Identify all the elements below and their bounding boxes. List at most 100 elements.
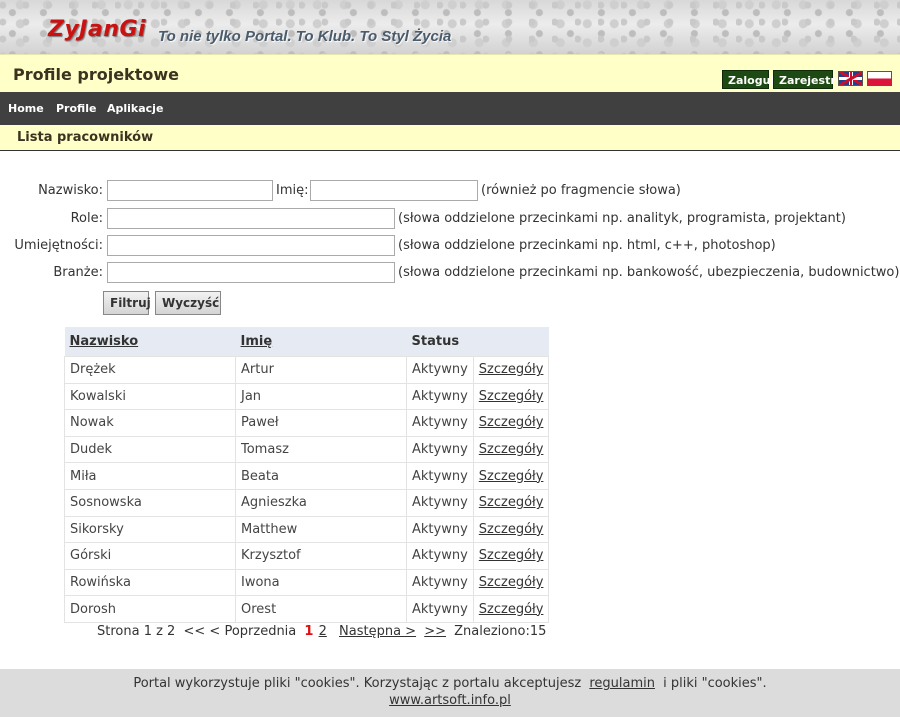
results-count: Znaleziono:15 <box>454 624 547 639</box>
cell-status: Aktywny <box>406 435 474 464</box>
cell-details: Szczegóły <box>472 542 550 570</box>
clear-button[interactable]: Wyczyść <box>155 291 221 315</box>
site-link[interactable]: www.artsoft.info.pl <box>389 693 511 708</box>
cell-details: Szczegóły <box>472 568 550 597</box>
cell-status: Aktywny <box>406 595 474 623</box>
page-info: Strona 1 z 2 <box>97 624 176 639</box>
cell-status: Aktywny <box>406 542 474 570</box>
cell-surname: Rowińska <box>64 568 236 597</box>
cell-status: Aktywny <box>406 409 474 437</box>
cell-status: Aktywny <box>406 515 474 544</box>
table-row: Kowalski Jan Aktywny Szczegóły <box>64 382 550 411</box>
nav-item-apps[interactable]: Aplikacje <box>107 102 163 115</box>
table-row: Drężek Artur Aktywny Szczegóły <box>64 356 550 384</box>
cookie-text-end: i pliki "cookies". <box>663 676 767 691</box>
cell-surname: Miła <box>64 462 236 490</box>
cell-name: Artur <box>235 356 407 384</box>
details-link[interactable]: Szczegóły <box>479 522 544 537</box>
sort-surname-link[interactable]: Nazwisko <box>70 334 139 349</box>
surname-input[interactable] <box>107 180 273 201</box>
cell-details: Szczegóły <box>472 595 550 623</box>
current-page: 1 <box>304 624 314 639</box>
cell-details: Szczegóły <box>472 356 550 384</box>
details-link[interactable]: Szczegóły <box>479 575 544 590</box>
table-row: Dudek Tomasz Aktywny Szczegóły <box>64 435 550 464</box>
details-link[interactable]: Szczegóły <box>479 602 544 617</box>
column-header-name[interactable]: Imię <box>235 327 407 357</box>
table-row: Nowak Paweł Aktywny Szczegóły <box>64 409 550 437</box>
column-header-surname[interactable]: Nazwisko <box>64 327 236 357</box>
cell-surname: Kowalski <box>64 382 236 411</box>
cell-surname: Sosnowska <box>64 488 236 517</box>
skills-hint: (słowa oddzielone przecinkami np. html, … <box>398 238 776 253</box>
cell-surname: Drężek <box>64 356 236 384</box>
nav-item-profile[interactable]: Profile <box>56 102 96 115</box>
cell-surname: Nowak <box>64 409 236 437</box>
industries-input[interactable] <box>107 262 395 283</box>
cell-name: Matthew <box>235 515 407 544</box>
cell-name: Paweł <box>235 409 407 437</box>
roles-hint: (słowa oddzielone przecinkami np. analit… <box>398 211 846 226</box>
cell-surname: Górski <box>64 542 236 570</box>
cell-details: Szczegóły <box>472 515 550 544</box>
details-link[interactable]: Szczegóły <box>479 415 544 430</box>
section-header: Lista pracowników <box>0 125 900 151</box>
footer: Portal wykorzystuje pliki "cookies". Kor… <box>0 669 900 717</box>
table-row: Górski Krzysztof Aktywny Szczegóły <box>64 542 550 570</box>
flag-pl-icon[interactable] <box>867 71 892 86</box>
page-title: Profile projektowe <box>13 65 179 84</box>
regulations-link[interactable]: regulamin <box>589 676 655 691</box>
details-link[interactable]: Szczegóły <box>479 362 544 377</box>
surname-label: Nazwisko: <box>38 183 103 198</box>
sort-name-link[interactable]: Imię <box>241 334 273 349</box>
name-input[interactable] <box>310 180 478 201</box>
site-slogan: To nie tylko Portal. To Klub. To Styl Ży… <box>158 28 452 45</box>
flag-en-icon[interactable] <box>838 71 863 86</box>
skills-input[interactable] <box>107 235 395 256</box>
industries-hint: (słowa oddzielone przecinkami np. bankow… <box>398 265 900 280</box>
industries-label: Branże: <box>53 265 103 280</box>
cookie-notice: Portal wykorzystuje pliki "cookies". Kor… <box>0 676 900 691</box>
cell-status: Aktywny <box>406 462 474 490</box>
login-button[interactable]: Zaloguj <box>722 70 774 89</box>
details-link[interactable]: Szczegóły <box>479 389 544 404</box>
last-page-link[interactable]: >> <box>424 624 446 639</box>
cell-name: Jan <box>235 382 407 411</box>
cell-status: Aktywny <box>406 382 474 411</box>
cell-name: Beata <box>235 462 407 490</box>
table-row: Rowińska Iwona Aktywny Szczegóły <box>64 568 550 597</box>
details-link[interactable]: Szczegóły <box>479 548 544 563</box>
cell-name: Iwona <box>235 568 407 597</box>
roles-input[interactable] <box>107 208 395 229</box>
table-row: Sikorsky Matthew Aktywny Szczegóły <box>64 515 550 544</box>
main-nav: Home Profile Aplikacje <box>0 92 900 125</box>
first-page-link[interactable]: << <box>183 624 205 639</box>
cell-surname: Dudek <box>64 435 236 464</box>
table-row: Dorosh Orest Aktywny Szczegóły <box>64 595 550 623</box>
column-header-actions <box>473 327 549 357</box>
skills-label: Umiejętności: <box>14 238 103 253</box>
cell-details: Szczegóły <box>472 488 550 517</box>
nav-item-home[interactable]: Home <box>8 102 44 115</box>
prev-page-link[interactable]: < Poprzednia <box>209 624 296 639</box>
page-2-link[interactable]: 2 <box>319 624 327 639</box>
cell-status: Aktywny <box>406 356 474 384</box>
details-link[interactable]: Szczegóły <box>479 495 544 510</box>
details-link[interactable]: Szczegóły <box>479 469 544 484</box>
cell-status: Aktywny <box>406 568 474 597</box>
column-header-status: Status <box>406 327 474 357</box>
name-hint: (również po fragmencie słowa) <box>481 183 681 198</box>
cell-name: Krzysztof <box>235 542 407 570</box>
cell-name: Agnieszka <box>235 488 407 517</box>
cookie-text: Portal wykorzystuje pliki "cookies". Kor… <box>133 676 582 691</box>
site-logo[interactable]: ZyJanGi <box>48 17 146 42</box>
register-button[interactable]: Zarejestruj <box>773 70 847 89</box>
details-link[interactable]: Szczegóły <box>479 442 544 457</box>
roles-label: Role: <box>70 211 103 226</box>
cell-details: Szczegóły <box>472 409 550 437</box>
next-page-link[interactable]: Następna > <box>339 624 416 639</box>
cell-status: Aktywny <box>406 488 474 517</box>
section-title: Lista pracowników <box>17 130 154 145</box>
filter-button[interactable]: Filtruj <box>103 291 151 315</box>
cell-surname: Dorosh <box>64 595 236 623</box>
